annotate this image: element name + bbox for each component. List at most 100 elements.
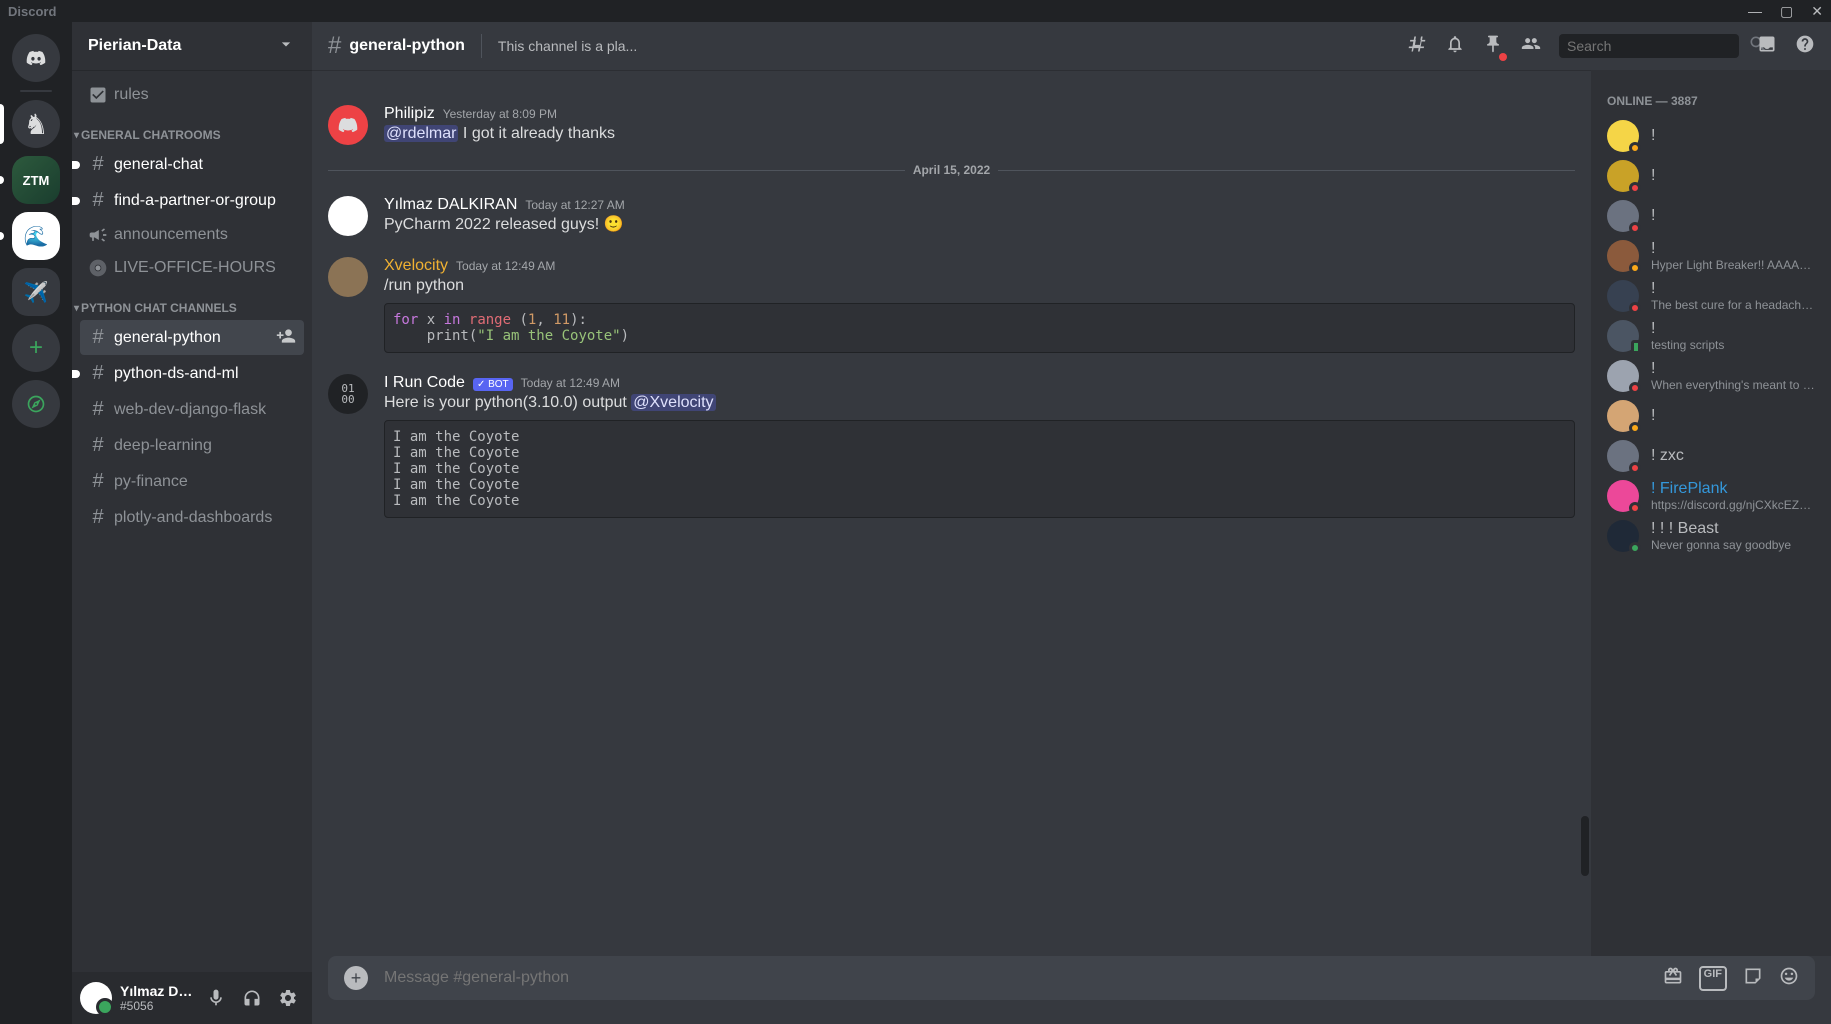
member-item[interactable]: !Hyper Light Breaker!! AAAAH... xyxy=(1599,236,1823,276)
channel-icon: # xyxy=(88,326,108,349)
member-name: ! xyxy=(1651,127,1815,145)
member-item[interactable]: ! xyxy=(1599,116,1823,156)
server-item-3[interactable]: 🌊 xyxy=(12,212,60,260)
member-avatar xyxy=(1607,320,1639,352)
channel-icon: # xyxy=(88,153,108,176)
status-indicator xyxy=(1629,542,1641,554)
gif-button[interactable]: GIF xyxy=(1699,966,1727,991)
help-button[interactable] xyxy=(1795,34,1815,59)
member-activity: Hyper Light Breaker!! AAAAH... xyxy=(1651,258,1815,272)
channel-name: py-finance xyxy=(114,473,188,491)
member-avatar xyxy=(1607,200,1639,232)
channel-list: rules ▾ GENERAL CHATROOMS#general-chat#f… xyxy=(72,70,312,972)
mention[interactable]: @Xvelocity xyxy=(631,394,715,411)
channel-icon: # xyxy=(88,434,108,457)
chat-input: + GIF xyxy=(328,956,1815,1000)
member-name: ! ! ! Beast xyxy=(1651,520,1815,538)
explore-button[interactable] xyxy=(12,380,60,428)
channel-announcements[interactable]: announcements xyxy=(80,219,304,251)
status-indicator xyxy=(1629,302,1641,314)
close-button[interactable]: ✕ xyxy=(1811,3,1823,20)
member-avatar xyxy=(1607,400,1639,432)
message-author[interactable]: Yılmaz DALKIRAN xyxy=(384,196,517,214)
search-bar[interactable] xyxy=(1559,34,1739,58)
chevron-down-icon xyxy=(276,34,296,59)
deafen-button[interactable] xyxy=(236,982,268,1014)
settings-button[interactable] xyxy=(272,982,304,1014)
mention[interactable]: @rdelmar xyxy=(384,125,458,142)
message-author[interactable]: Philipiz xyxy=(384,105,435,123)
user-name: Yılmaz DAL... xyxy=(120,983,200,999)
gift-button[interactable] xyxy=(1663,966,1683,991)
message-author[interactable]: Xvelocity xyxy=(384,257,448,275)
mute-button[interactable] xyxy=(200,982,232,1014)
message-author[interactable]: I Run Code xyxy=(384,374,465,392)
channel-rules[interactable]: rules xyxy=(80,79,304,111)
channel-python-ds-and-ml[interactable]: #python-ds-and-ml xyxy=(80,356,304,391)
home-button[interactable] xyxy=(12,34,60,82)
member-avatar xyxy=(1607,360,1639,392)
server-item-pierian[interactable]: ♞ xyxy=(12,100,60,148)
channel-plotly-and-dashboards[interactable]: #plotly-and-dashboards xyxy=(80,500,304,535)
avatar[interactable] xyxy=(328,105,368,145)
channel-find-a-partner-or-group[interactable]: #find-a-partner-or-group xyxy=(80,183,304,218)
member-item[interactable]: ! xyxy=(1599,156,1823,196)
pinned-button[interactable] xyxy=(1483,34,1503,59)
threads-button[interactable] xyxy=(1407,34,1427,59)
channel-deep-learning[interactable]: #deep-learning xyxy=(80,428,304,463)
channel-py-finance[interactable]: #py-finance xyxy=(80,464,304,499)
sticker-button[interactable] xyxy=(1743,966,1763,991)
channel-category[interactable]: ▾ PYTHON CHAT CHANNELS xyxy=(72,285,312,319)
member-avatar xyxy=(1607,440,1639,472)
channel-category[interactable]: ▾ GENERAL CHATROOMS xyxy=(72,112,312,146)
inbox-button[interactable] xyxy=(1757,34,1777,59)
member-name: ! xyxy=(1651,280,1815,298)
add-server-button[interactable]: + xyxy=(12,324,60,372)
member-item[interactable]: ! zxc xyxy=(1599,436,1823,476)
user-panel: Yılmaz DAL... #5056 xyxy=(72,972,312,1024)
message-input[interactable] xyxy=(384,969,1663,987)
channel-web-dev-django-flask[interactable]: #web-dev-django-flask xyxy=(80,392,304,427)
member-item[interactable]: ! ! ! BeastNever gonna say goodbye xyxy=(1599,516,1823,556)
server-item-ztm[interactable]: ZTM xyxy=(12,156,60,204)
search-input[interactable] xyxy=(1567,38,1748,54)
emoji-button[interactable] xyxy=(1779,966,1799,991)
avatar[interactable] xyxy=(328,196,368,236)
user-avatar[interactable] xyxy=(80,982,112,1014)
member-activity: Never gonna say goodbye xyxy=(1651,538,1815,552)
member-item[interactable]: !When everything's meant to b... xyxy=(1599,356,1823,396)
message-timestamp: Yesterday at 8:09 PM xyxy=(443,107,557,121)
member-item[interactable]: ! xyxy=(1599,396,1823,436)
status-indicator xyxy=(1629,142,1641,154)
messages-container[interactable]: PhilipizYesterday at 8:09 PM@rdelmar I g… xyxy=(312,70,1591,956)
members-toggle-button[interactable] xyxy=(1521,34,1541,59)
avatar[interactable]: 01 00 xyxy=(328,374,368,414)
channel-name: general-python xyxy=(114,329,221,347)
member-item[interactable]: ! FirePlankhttps://discord.gg/njCXkcEZqQ xyxy=(1599,476,1823,516)
maximize-button[interactable]: ▢ xyxy=(1780,3,1793,20)
scrollbar-thumb[interactable] xyxy=(1581,816,1589,876)
channel-LIVE-OFFICE-HOURS[interactable]: LIVE-OFFICE-HOURS xyxy=(80,252,304,284)
create-invite-icon[interactable] xyxy=(276,326,296,349)
avatar[interactable] xyxy=(328,257,368,297)
server-list: ♞ ZTM 🌊 ✈️ + xyxy=(0,22,72,1024)
notifications-button[interactable] xyxy=(1445,34,1465,59)
message-timestamp: Today at 12:49 AM xyxy=(456,259,555,273)
server-header[interactable]: Pierian-Data xyxy=(72,22,312,70)
member-item[interactable]: !The best cure for a headache i... xyxy=(1599,276,1823,316)
main-content: # general-python This channel is a pla..… xyxy=(312,22,1831,1024)
member-item[interactable]: !testing scripts xyxy=(1599,316,1823,356)
minimize-button[interactable]: — xyxy=(1748,3,1762,20)
server-name: Pierian-Data xyxy=(88,37,181,55)
date-divider: April 15, 2022 xyxy=(328,163,1575,177)
channel-general-chat[interactable]: #general-chat xyxy=(80,147,304,182)
code-block: for x in range (1, 11): print("I am the … xyxy=(384,303,1575,353)
channel-rules-label: rules xyxy=(114,86,149,104)
channel-general-python[interactable]: # general-python xyxy=(80,320,304,355)
attach-button[interactable]: + xyxy=(344,966,368,990)
server-item-4[interactable]: ✈️ xyxy=(12,268,60,316)
members-header: ONLINE — 3887 xyxy=(1599,86,1823,116)
channel-name: LIVE-OFFICE-HOURS xyxy=(114,259,276,277)
member-activity: https://discord.gg/njCXkcEZqQ xyxy=(1651,498,1815,512)
member-item[interactable]: ! xyxy=(1599,196,1823,236)
